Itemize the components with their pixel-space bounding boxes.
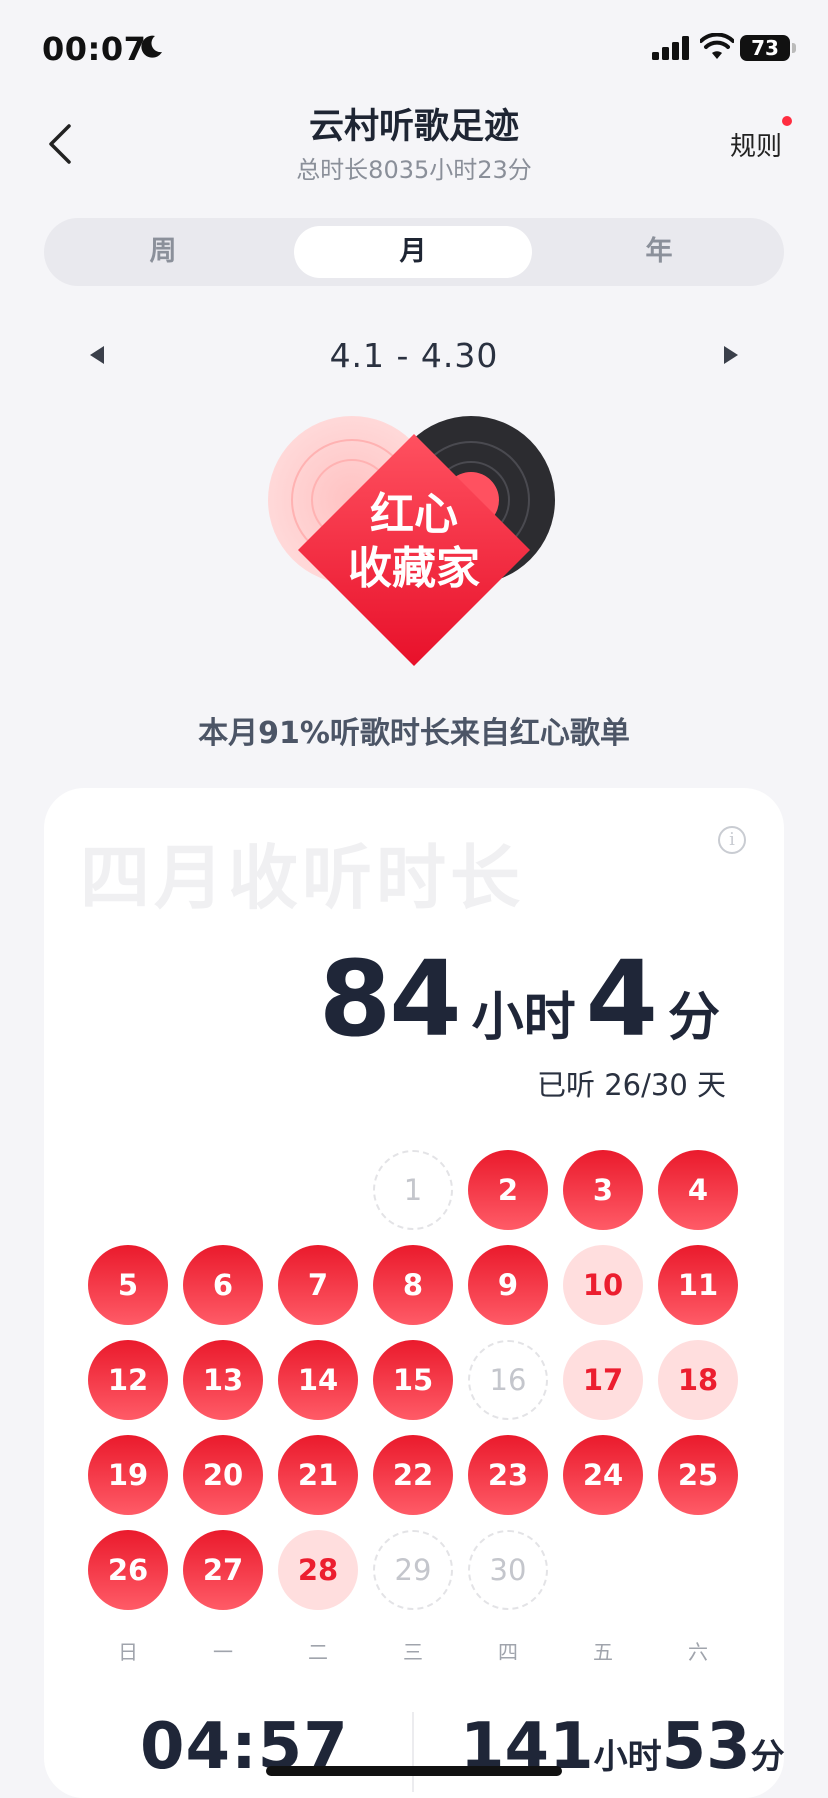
calendar-day[interactable]: 14 — [278, 1340, 358, 1420]
rules-link[interactable]: 规则 — [730, 126, 782, 163]
total-duration-subtitle: 总时长8035小时23分 — [296, 156, 532, 184]
notification-dot — [782, 116, 792, 126]
weekday-label: 四 — [498, 1640, 518, 1664]
total-listening-time: 84 小时4 分 — [319, 938, 730, 1060]
next-period-icon[interactable] — [724, 346, 738, 364]
weekday-label: 六 — [688, 1640, 708, 1664]
calendar-day[interactable]: 1 — [373, 1150, 453, 1230]
calendar-day[interactable]: 3 — [563, 1150, 643, 1230]
weekday-label: 二 — [308, 1640, 328, 1664]
badge-line-1: 红心 — [370, 489, 458, 540]
minutes-unit: 分 — [667, 988, 720, 1048]
tab-week[interactable]: 周 — [44, 226, 282, 278]
stat-right-minutes: 53 — [661, 1710, 751, 1784]
calendar-day[interactable]: 26 — [88, 1530, 168, 1610]
calendar-day[interactable]: 25 — [658, 1435, 738, 1515]
calendar-day[interactable]: 12 — [88, 1340, 168, 1420]
tab-year[interactable]: 年 — [540, 226, 778, 278]
calendar-day[interactable]: 16 — [468, 1340, 548, 1420]
badge-line-2: 收藏家 — [348, 543, 480, 594]
status-time: 00:07 — [42, 30, 147, 68]
calendar-day[interactable]: 10 — [563, 1245, 643, 1325]
calendar-day[interactable]: 28 — [278, 1530, 358, 1610]
calendar-day[interactable]: 13 — [183, 1340, 263, 1420]
days-heard: 已听 26/30 天 — [536, 1068, 726, 1102]
home-indicator — [266, 1766, 562, 1776]
wifi-icon — [700, 33, 734, 59]
signal-icon — [652, 36, 689, 60]
calendar-day[interactable]: 2 — [468, 1150, 548, 1230]
hours-unit: 小时 — [471, 988, 576, 1048]
calendar-day[interactable]: 20 — [183, 1435, 263, 1515]
month-calendar: 1 2 3 4 5 6 7 8 9 10 11 12 13 14 15 16 17 18 19 20 21 22 23 24 2… — [88, 1150, 738, 1610]
calendar-day[interactable]: 7 — [278, 1245, 358, 1325]
weekday-labels: 日一二三四五六 — [88, 1636, 738, 1665]
calendar-day[interactable]: 29 — [373, 1530, 453, 1610]
info-icon[interactable]: i — [718, 826, 746, 854]
minutes-value: 4 — [585, 938, 658, 1060]
calendar-day[interactable]: 8 — [373, 1245, 453, 1325]
period-tabs: 周 月 年 — [44, 218, 784, 286]
badge-text: 红心 收藏家 — [264, 488, 564, 596]
battery-cap — [792, 43, 796, 53]
calendar-day[interactable]: 22 — [373, 1435, 453, 1515]
moon-icon — [141, 35, 162, 58]
hours-value: 84 — [318, 938, 462, 1060]
stat-right-hours-unit: 小时 — [593, 1737, 662, 1777]
tab-month[interactable]: 月 — [294, 226, 532, 278]
stat-divider — [412, 1712, 414, 1792]
page-title: 云村听歌足迹 — [308, 107, 519, 147]
calendar-day[interactable]: 23 — [468, 1435, 548, 1515]
calendar-day[interactable]: 27 — [183, 1530, 263, 1610]
date-range: 4.1 - 4.30 — [329, 336, 499, 375]
weekday-label: 五 — [593, 1640, 613, 1664]
calendar-day[interactable]: 11 — [658, 1245, 738, 1325]
calendar-day[interactable]: 18 — [658, 1340, 738, 1420]
card-watermark-title: 四月收听时长 — [80, 837, 524, 919]
battery-indicator: 73 — [740, 35, 790, 61]
calendar-day[interactable]: 21 — [278, 1435, 358, 1515]
calendar-day[interactable]: 5 — [88, 1245, 168, 1325]
weekday-label: 三 — [403, 1640, 423, 1664]
calendar-day[interactable]: 15 — [373, 1340, 453, 1420]
month-summary: 本月91%听歌时长来自红心歌单 — [198, 716, 630, 751]
stat-right-minutes-unit: 分 — [750, 1737, 785, 1777]
calendar-day[interactable]: 9 — [468, 1245, 548, 1325]
calendar-day[interactable]: 4 — [658, 1150, 738, 1230]
weekday-label: 一 — [213, 1640, 233, 1664]
calendar-day[interactable]: 30 — [468, 1530, 548, 1610]
calendar-day[interactable]: 6 — [183, 1245, 263, 1325]
calendar-day[interactable]: 19 — [88, 1435, 168, 1515]
calendar-day[interactable]: 24 — [563, 1435, 643, 1515]
weekday-label: 日 — [118, 1640, 138, 1664]
calendar-day[interactable]: 17 — [563, 1340, 643, 1420]
